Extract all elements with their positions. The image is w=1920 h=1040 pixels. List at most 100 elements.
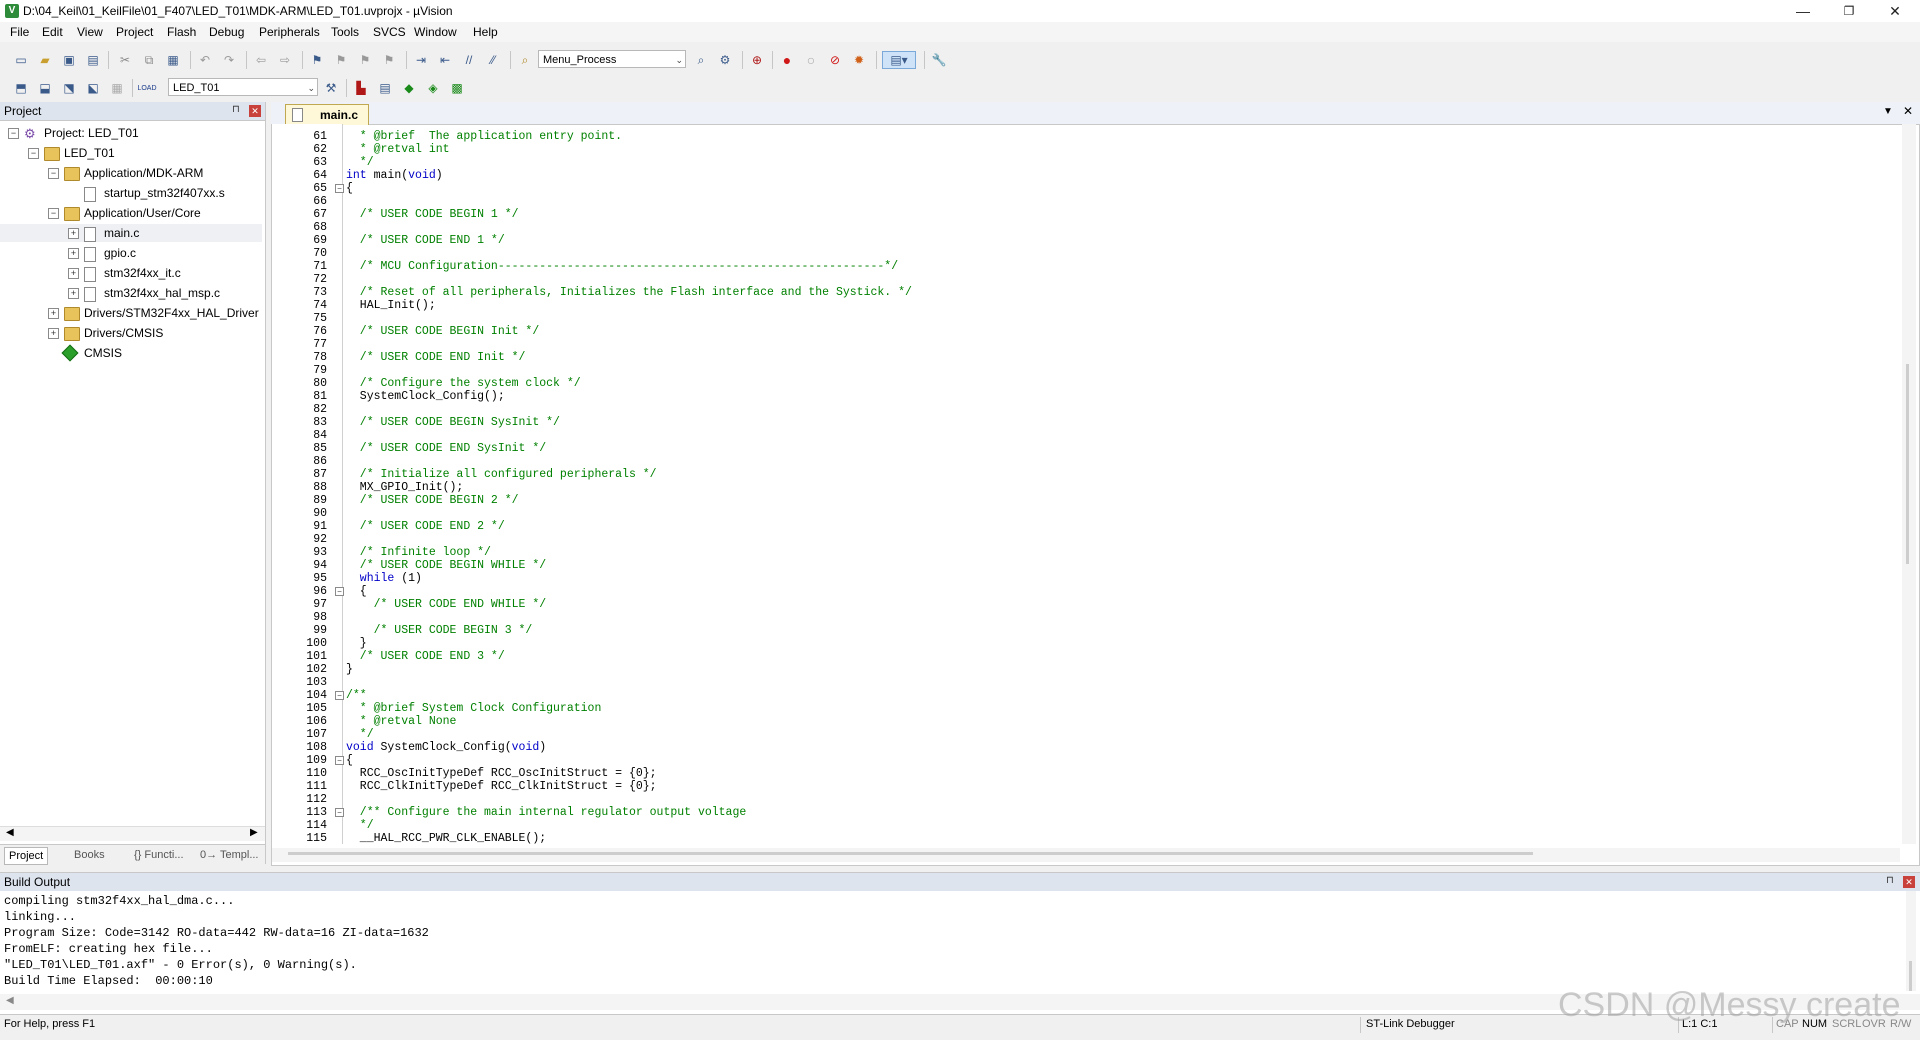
scrollbar-thumb[interactable] [288, 852, 1533, 855]
code-line[interactable]: * @retval None [346, 715, 457, 728]
code-line[interactable]: /* USER CODE END 1 */ [346, 234, 505, 247]
find-in-files-icon[interactable]: ⌕ [516, 51, 534, 69]
close-window-button[interactable]: ✕ [1872, 0, 1918, 22]
code-line[interactable]: * @brief System Clock Configuration [346, 702, 602, 715]
tab-templates[interactable]: 0→ Templ... [196, 847, 263, 863]
build-icon[interactable]: ⬓ [36, 79, 54, 97]
code-line[interactable]: MX_GPIO_Init(); [346, 481, 464, 494]
select-packs-icon[interactable]: ◈ [424, 79, 442, 97]
code-line[interactable]: /* Infinite loop */ [346, 546, 491, 559]
prev-bookmark-icon[interactable]: ⚑ [332, 51, 350, 69]
code-line[interactable]: void SystemClock_Config(void) [346, 741, 546, 754]
file-extensions-icon[interactable]: ▙ [352, 79, 370, 97]
code-line[interactable]: { [346, 585, 367, 598]
translate-icon[interactable]: ⬒ [12, 79, 30, 97]
code-line[interactable]: /* MCU Configuration--------------------… [346, 260, 898, 273]
save-icon[interactable]: ▣ [60, 51, 78, 69]
start-debug-icon[interactable]: ⊕ [748, 51, 766, 69]
fold-toggle-icon[interactable]: − [335, 184, 344, 193]
build-output-vscrollbar[interactable] [1906, 891, 1916, 991]
menu-project[interactable]: Project [116, 25, 153, 39]
window-layout-icon[interactable]: ▤▾ [882, 51, 916, 69]
fold-toggle-icon[interactable]: − [335, 808, 344, 817]
scrollbar-thumb[interactable] [1906, 364, 1909, 564]
code-line[interactable]: /* Reset of all peripherals, Initializes… [346, 286, 912, 299]
bookmark-icon[interactable]: ⚑ [308, 51, 326, 69]
disable-breakpoints-icon[interactable]: ⊘ [826, 51, 844, 69]
editor-hscrollbar[interactable] [272, 848, 1900, 862]
code-line[interactable]: /* USER CODE END SysInit */ [346, 442, 546, 455]
code-line[interactable]: SystemClock_Config(); [346, 390, 505, 403]
tab-functions[interactable]: {} Functi... [130, 847, 188, 863]
code-line[interactable]: /* USER CODE END 3 */ [346, 650, 505, 663]
code-line[interactable]: HAL_Init(); [346, 299, 436, 312]
close-tab-icon[interactable]: ✕ [1903, 104, 1913, 118]
code-line[interactable]: } [346, 663, 353, 676]
incremental-find-icon[interactable]: ⚙ [716, 51, 734, 69]
pin-icon[interactable]: ⊓ [232, 104, 240, 115]
undo-icon[interactable]: ↶ [196, 51, 214, 69]
code-line[interactable]: /* Initialize all configured peripherals… [346, 468, 657, 481]
tab-main-c[interactable]: main.c [285, 104, 369, 125]
clear-bookmarks-icon[interactable]: ⚑ [380, 51, 398, 69]
tab-project[interactable]: Project [4, 847, 49, 865]
fold-toggle-icon[interactable]: − [335, 691, 344, 700]
navigate-forward-icon[interactable]: ⇨ [276, 51, 294, 69]
code-line[interactable]: * @retval int [346, 143, 450, 156]
code-line[interactable]: */ [346, 728, 374, 741]
fold-toggle-icon[interactable]: − [335, 756, 344, 765]
code-line[interactable]: /* USER CODE END WHILE */ [346, 598, 547, 611]
code-line[interactable]: /** Configure the main internal regulato… [346, 806, 746, 819]
code-line[interactable]: RCC_ClkInitTypeDef RCC_ClkInitStruct = {… [346, 780, 657, 793]
indent-icon[interactable]: ⇥ [412, 51, 430, 69]
comment-icon[interactable]: // [460, 51, 478, 69]
code-line[interactable]: /* USER CODE BEGIN Init */ [346, 325, 539, 338]
menu-svcs[interactable]: SVCS [373, 25, 406, 39]
enable-breakpoint-icon[interactable]: ○ [802, 51, 820, 69]
stop-build-icon[interactable]: ▦ [108, 79, 126, 97]
code-line[interactable]: * @brief The application entry point. [346, 130, 622, 143]
manage-components-icon[interactable]: ▤ [376, 79, 394, 97]
target-combo[interactable]: LED_T01 ⌄ [168, 78, 318, 96]
batch-build-icon[interactable]: ⬕ [84, 79, 102, 97]
code-line[interactable]: */ [346, 156, 374, 169]
save-all-icon[interactable]: ▤ [84, 51, 102, 69]
new-file-icon[interactable]: ▭ [12, 51, 30, 69]
next-bookmark-icon[interactable]: ⚑ [356, 51, 374, 69]
minimize-button[interactable]: — [1780, 0, 1826, 22]
configure-wrench-icon[interactable]: 🔧 [930, 51, 948, 69]
menu-tools[interactable]: Tools [331, 25, 359, 39]
code-line[interactable]: } [346, 637, 367, 650]
menu-help[interactable]: Help [473, 25, 498, 39]
scrollbar-thumb[interactable] [1909, 961, 1912, 991]
insert-breakpoint-icon[interactable]: ● [778, 51, 796, 69]
menu-window[interactable]: Window [414, 25, 457, 39]
code-line[interactable]: while (1) [346, 572, 422, 585]
unindent-icon[interactable]: ⇤ [436, 51, 454, 69]
menu-edit[interactable]: Edit [42, 25, 63, 39]
menu-debug[interactable]: Debug [209, 25, 244, 39]
menu-view[interactable]: View [77, 25, 103, 39]
code-line[interactable]: RCC_OscInitTypeDef RCC_OscInitStruct = {… [346, 767, 657, 780]
options-for-target-icon[interactable]: ⚒ [322, 79, 340, 97]
menu-flash[interactable]: Flash [167, 25, 196, 39]
menu-peripherals[interactable]: Peripherals [259, 25, 320, 39]
navigate-back-icon[interactable]: ⇦ [252, 51, 270, 69]
close-panel-button[interactable]: ✕ [1903, 876, 1915, 888]
code-line[interactable]: /** [346, 689, 367, 702]
code-line[interactable]: /* USER CODE BEGIN SysInit */ [346, 416, 560, 429]
open-folder-icon[interactable]: ▰ [36, 51, 54, 69]
editor-vscrollbar[interactable] [1902, 124, 1916, 844]
code-line[interactable]: /* Configure the system clock */ [346, 377, 581, 390]
pin-icon[interactable]: ⊓ [1886, 875, 1894, 886]
download-load-icon[interactable]: LOAD [137, 79, 156, 97]
tab-list-chevron-icon[interactable]: ▼ [1883, 106, 1893, 117]
scroll-left-icon[interactable]: ◀ [6, 995, 14, 1006]
code-line[interactable]: { [346, 182, 353, 195]
code-line[interactable]: /* USER CODE BEGIN WHILE */ [346, 559, 546, 572]
kill-breakpoints-icon[interactable]: ✹ [850, 51, 868, 69]
maximize-button[interactable]: ❐ [1826, 0, 1872, 22]
copy-icon[interactable]: ⧉ [140, 51, 158, 69]
code-line[interactable]: /* USER CODE BEGIN 1 */ [346, 208, 519, 221]
code-line[interactable]: { [346, 754, 353, 767]
